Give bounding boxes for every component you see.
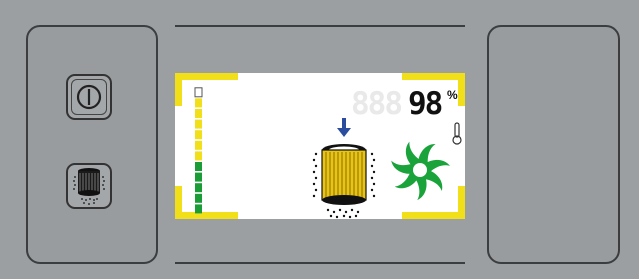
power-button[interactable] — [66, 74, 112, 120]
level-segment — [195, 140, 202, 150]
top-divider-line — [175, 25, 465, 27]
percent-unit: % — [447, 88, 458, 102]
frame-gap-left — [175, 106, 182, 186]
level-segment — [195, 162, 202, 171]
filter-cartridge-icon — [312, 144, 376, 219]
level-bar-graph — [194, 87, 203, 214]
inactive-digits: 888 — [351, 86, 403, 122]
level-readout: 98 — [408, 86, 443, 122]
level-segment — [195, 109, 202, 118]
filter-button[interactable] — [66, 163, 112, 209]
frame-gap-right — [458, 106, 465, 186]
level-segment — [194, 87, 203, 98]
filter-icon — [73, 168, 105, 205]
level-segment — [195, 98, 202, 108]
control-panel: 888 98 % — [0, 0, 639, 279]
power-icon — [76, 84, 102, 110]
level-segment — [195, 130, 202, 140]
level-segment — [195, 204, 202, 214]
left-button-panel — [26, 25, 158, 264]
fan-icon — [391, 141, 450, 201]
bottom-divider-line — [175, 262, 465, 264]
level-segment — [195, 119, 202, 129]
lcd-display: 888 98 % — [175, 73, 465, 219]
right-panel — [487, 25, 620, 264]
level-segment — [195, 183, 202, 193]
level-segment — [195, 172, 202, 182]
level-segment — [195, 193, 202, 203]
down-arrow-icon — [337, 118, 351, 137]
level-segment — [195, 151, 202, 161]
frame-gap-top — [238, 73, 402, 80]
